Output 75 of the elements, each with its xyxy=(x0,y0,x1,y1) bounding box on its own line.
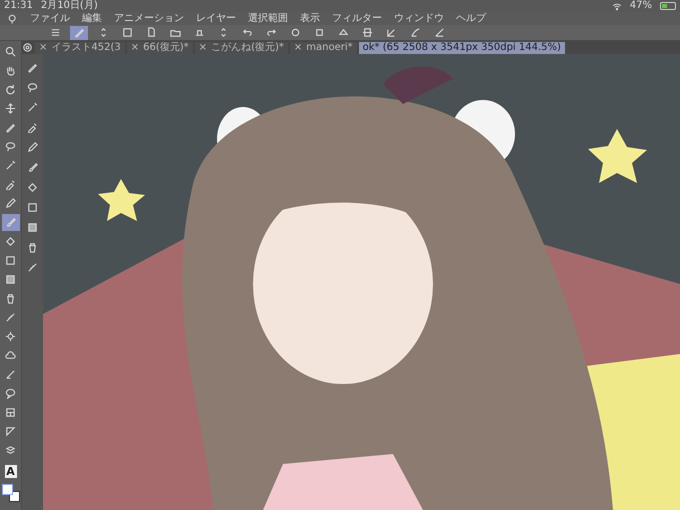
tab-label: 66(復元)* xyxy=(143,42,189,52)
folder-icon xyxy=(170,27,180,38)
wand-icon xyxy=(5,160,16,171)
triangle-ruler-icon xyxy=(5,426,16,437)
document-tab[interactable]: × 66(復元)* xyxy=(126,42,193,54)
menu-item[interactable]: 編集 xyxy=(82,14,102,24)
app-logo-icon[interactable] xyxy=(8,14,18,24)
close-tab-button[interactable]: × xyxy=(39,42,48,52)
battery-icon xyxy=(660,2,676,10)
crop-icon xyxy=(362,27,372,38)
line-icon xyxy=(434,27,444,38)
tab-label: ok* (65 2508 x 3541px 350dpi 144.5%) xyxy=(362,42,561,52)
rotate-icon xyxy=(5,84,16,95)
redo-icon xyxy=(266,27,276,38)
document-icon xyxy=(146,27,156,38)
square-icon xyxy=(314,27,324,38)
wifi-icon xyxy=(612,2,622,10)
brush-icon xyxy=(27,162,38,173)
lasso-icon xyxy=(5,141,16,152)
move-arrows-icon xyxy=(5,103,16,114)
document-tab[interactable]: × manoeri* xyxy=(290,42,357,54)
toolbar-button[interactable] xyxy=(70,26,88,40)
square-icon xyxy=(122,27,132,38)
tab-label: イラスト452(3 xyxy=(51,42,121,52)
close-tab-button[interactable]: × xyxy=(198,42,208,52)
layers-icon xyxy=(5,445,16,456)
gear-icon xyxy=(5,331,16,342)
pen-icon xyxy=(5,122,16,133)
gradient-icon xyxy=(5,274,16,285)
close-tab-button[interactable]: × xyxy=(130,42,140,52)
document-tab[interactable]: × こがんね(復元)* xyxy=(194,42,288,54)
brush-icon xyxy=(5,217,16,228)
menu-item[interactable]: ファイル xyxy=(30,14,70,24)
hand-icon xyxy=(5,65,16,76)
pencil-icon xyxy=(27,142,38,153)
gradient-icon xyxy=(27,222,38,233)
tool-button[interactable] xyxy=(2,214,20,231)
menu-item[interactable]: 選択範囲 xyxy=(248,14,288,24)
menu-item[interactable]: ヘルプ xyxy=(456,14,486,24)
text-tool-glyph[interactable]: A xyxy=(4,465,16,478)
curve-icon xyxy=(410,27,420,38)
tab-label: manoeri* xyxy=(306,42,353,52)
circle-icon xyxy=(290,27,300,38)
fill-icon xyxy=(27,182,38,193)
square-icon xyxy=(27,202,38,213)
frame-icon xyxy=(5,407,16,418)
close-tab-button[interactable]: × xyxy=(294,42,302,52)
menu-item[interactable]: 表示 xyxy=(300,14,320,24)
search-icon xyxy=(5,46,16,57)
lasso-icon xyxy=(27,82,38,93)
tab-label: こがんね(復元)* xyxy=(211,42,284,52)
pen-icon xyxy=(27,62,38,73)
document-tab[interactable]: ok* (65 2508 x 3541px 350dpi 144.5%) xyxy=(358,42,565,54)
menu-item[interactable]: レイヤー xyxy=(196,14,236,24)
date-text: 2月10日(月) xyxy=(40,1,98,11)
menu-item[interactable]: アニメーション xyxy=(114,14,184,24)
menu-item[interactable]: フィルター xyxy=(332,14,382,24)
navigator-icon[interactable] xyxy=(22,42,33,53)
pencil-icon xyxy=(5,198,16,209)
pen-icon xyxy=(74,27,84,38)
eyedropper-icon xyxy=(27,122,38,133)
main-color-swatch[interactable] xyxy=(2,484,12,495)
battery-percent: 47% xyxy=(630,1,652,11)
cloud-icon xyxy=(5,350,16,361)
undo-icon xyxy=(242,27,252,38)
menu-item[interactable]: ウィンドウ xyxy=(394,14,444,24)
speech-bubble-icon xyxy=(5,388,16,399)
eyedropper-icon xyxy=(5,179,16,190)
line-icon xyxy=(5,369,16,380)
clock-time: 21:31 xyxy=(4,1,33,11)
document-tab[interactable]: × イラスト452(3 xyxy=(35,42,125,54)
menu-icon xyxy=(50,27,60,38)
square-icon xyxy=(5,255,16,266)
fill-icon xyxy=(5,236,16,247)
wand-icon xyxy=(27,102,38,113)
